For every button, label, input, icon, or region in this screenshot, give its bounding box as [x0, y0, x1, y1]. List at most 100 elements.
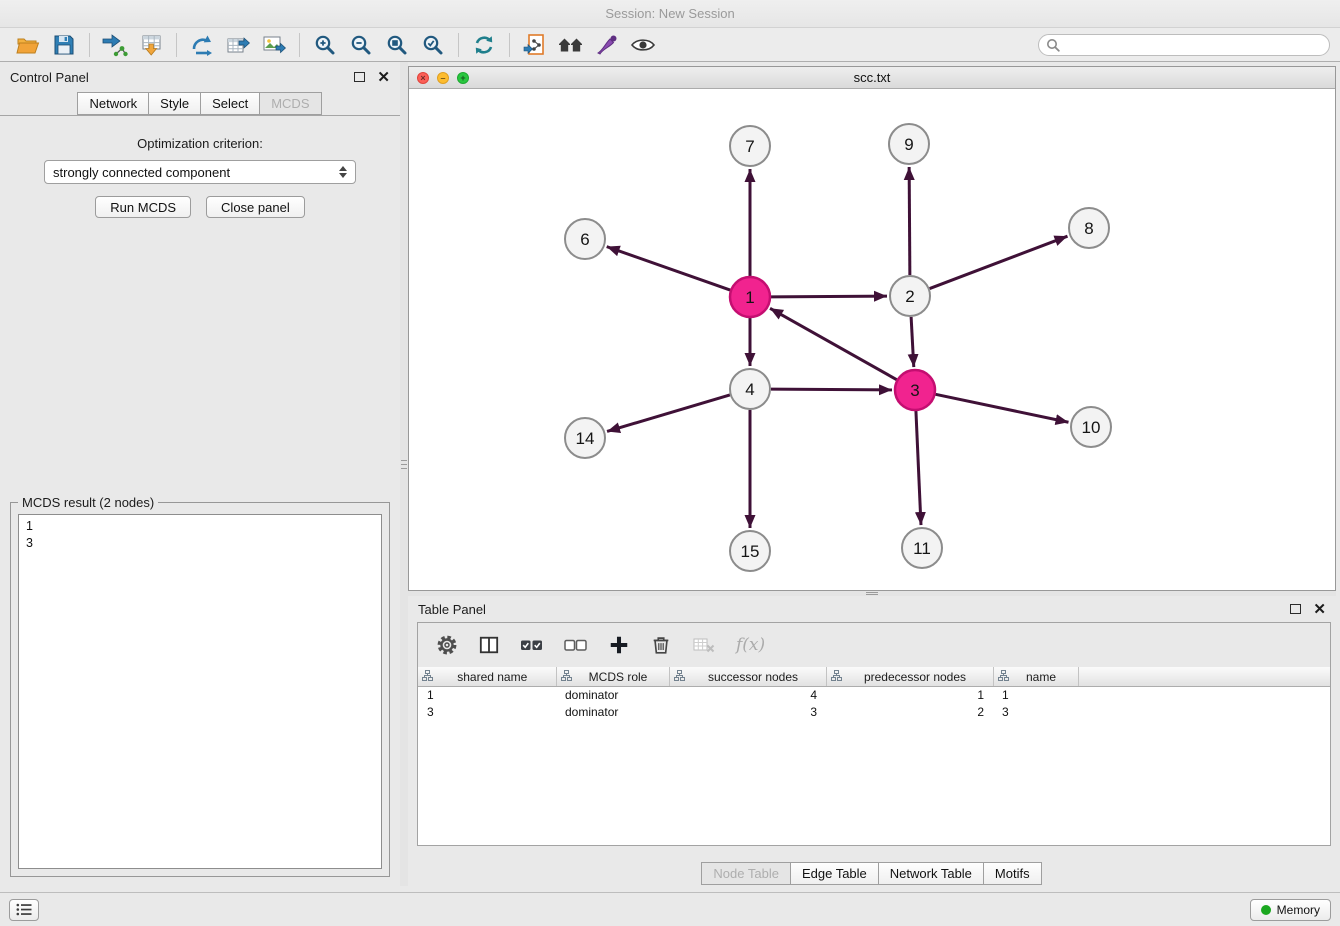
export-image-button[interactable] [256, 31, 292, 59]
vertical-splitter-grip[interactable] [401, 460, 407, 472]
zoom-fit-button[interactable] [379, 31, 415, 59]
zoom-in-button[interactable] [307, 31, 343, 59]
tab-style[interactable]: Style [148, 92, 201, 115]
tab-network-table[interactable]: Network Table [878, 862, 984, 885]
select-all-columns-button[interactable] [520, 636, 544, 654]
close-table-panel-icon[interactable]: ✕ [1313, 602, 1326, 617]
delete-table-button[interactable] [692, 634, 716, 656]
tab-motifs[interactable]: Motifs [983, 862, 1042, 885]
save-session-button[interactable] [46, 31, 82, 59]
node-3[interactable]: 3 [895, 370, 935, 410]
import-table-icon [139, 33, 163, 57]
network-window-title: scc.txt [854, 70, 891, 85]
node-2[interactable]: 2 [890, 276, 930, 316]
node-7[interactable]: 7 [730, 126, 770, 166]
column-header-successor-nodes[interactable]: successor nodes [669, 667, 826, 687]
run-mcds-button[interactable]: Run MCDS [95, 196, 191, 218]
show-graphics-details-button[interactable] [625, 31, 661, 59]
maximize-window-icon[interactable]: + [457, 72, 469, 84]
node-10[interactable]: 10 [1071, 407, 1111, 447]
refresh-view-button[interactable] [466, 31, 502, 59]
column-type-icon [831, 670, 842, 684]
svg-text:10: 10 [1082, 418, 1101, 437]
column-header-predecessor-nodes[interactable]: predecessor nodes [826, 667, 993, 687]
column-header-name[interactable]: name [993, 667, 1078, 687]
node-14[interactable]: 14 [565, 418, 605, 458]
svg-text:2: 2 [905, 287, 914, 306]
edge-4-to-3[interactable] [771, 389, 892, 390]
close-panel-icon[interactable]: ✕ [377, 70, 390, 85]
plus-icon [608, 634, 630, 656]
vertical-splitter[interactable] [400, 62, 408, 886]
svg-text:14: 14 [576, 429, 595, 448]
edge-3-to-1[interactable] [770, 308, 897, 379]
unselect-all-icon [564, 636, 588, 654]
node-9[interactable]: 9 [889, 124, 929, 164]
node-4[interactable]: 4 [730, 369, 770, 409]
export-network-button[interactable] [184, 31, 220, 59]
delete-column-button[interactable] [650, 634, 672, 656]
open-session-button[interactable] [10, 31, 46, 59]
tab-node-table[interactable]: Node Table [701, 862, 791, 885]
memory-button-label: Memory [1277, 903, 1320, 917]
network-file-icon [523, 33, 547, 57]
import-network-button[interactable] [97, 31, 133, 59]
table-row[interactable]: 1dominator411 [418, 687, 1330, 704]
edge-2-to-9[interactable] [909, 167, 910, 275]
node-6[interactable]: 6 [565, 219, 605, 259]
mcds-result-text[interactable]: 1 3 [18, 514, 382, 869]
import-table-button[interactable] [133, 31, 169, 59]
export-table-button[interactable] [220, 31, 256, 59]
tab-mcds[interactable]: MCDS [259, 92, 321, 115]
float-table-panel-icon[interactable] [1290, 604, 1301, 614]
node-15[interactable]: 15 [730, 531, 770, 571]
network-window-titlebar[interactable]: × – + scc.txt [409, 67, 1335, 89]
zoom-selected-button[interactable] [415, 31, 451, 59]
search-input[interactable] [1064, 38, 1322, 52]
add-column-button[interactable] [608, 634, 630, 656]
apply-style-button[interactable] [589, 31, 625, 59]
node-table-header-row: shared nameMCDS rolesuccessor nodesprede… [418, 667, 1330, 687]
criterion-dropdown[interactable]: strongly connected component [44, 160, 356, 184]
column-header-MCDS-role[interactable]: MCDS role [556, 667, 669, 687]
horizontal-splitter-grip[interactable] [866, 592, 878, 595]
node-11[interactable]: 11 [902, 528, 942, 568]
table-settings-button[interactable] [436, 634, 458, 656]
tab-edge-table[interactable]: Edge Table [790, 862, 879, 885]
edge-3-to-11[interactable] [916, 411, 921, 525]
task-history-button[interactable] [9, 899, 39, 921]
edge-4-to-14[interactable] [607, 395, 730, 431]
minimize-window-icon[interactable]: – [437, 72, 449, 84]
search-field[interactable] [1038, 34, 1330, 56]
tab-select[interactable]: Select [200, 92, 260, 115]
network-canvas[interactable]: 7 9 6 8 1 2 4 3 14 10 15 11 [409, 89, 1335, 590]
edge-1-to-2[interactable] [771, 296, 887, 297]
zoom-out-button[interactable] [343, 31, 379, 59]
unselect-all-columns-button[interactable] [564, 636, 588, 654]
optimization-criterion-label: Optimization criterion: [0, 136, 400, 151]
network-file-button[interactable] [517, 31, 553, 59]
table-row[interactable]: 3dominator323 [418, 704, 1330, 721]
tab-network[interactable]: Network [77, 92, 149, 115]
edge-3-to-10[interactable] [936, 394, 1069, 422]
edge-2-to-3[interactable] [911, 317, 914, 367]
svg-text:3: 3 [910, 381, 919, 400]
svg-text:9: 9 [904, 135, 913, 154]
table-toolbar: f(x) [418, 623, 1330, 667]
close-window-icon[interactable]: × [417, 72, 429, 84]
status-bar: Memory [0, 892, 1340, 926]
split-column-button[interactable] [478, 635, 500, 655]
edge-2-to-8[interactable] [930, 236, 1068, 288]
session-home-button[interactable] [553, 31, 589, 59]
memory-button[interactable]: Memory [1250, 899, 1331, 921]
edge-1-to-6[interactable] [607, 247, 730, 290]
close-panel-button[interactable]: Close panel [206, 196, 305, 218]
float-panel-icon[interactable] [354, 72, 365, 82]
dropdown-stepper-icon [339, 166, 347, 178]
column-header-shared-name[interactable]: shared name [418, 667, 556, 687]
open-session-icon [16, 34, 40, 56]
node-table-area: f(x) shared nameMCDS rolesuccessor nodes… [417, 622, 1331, 846]
node-1[interactable]: 1 [730, 277, 770, 317]
node-8[interactable]: 8 [1069, 208, 1109, 248]
function-builder-button[interactable]: f(x) [736, 635, 765, 655]
